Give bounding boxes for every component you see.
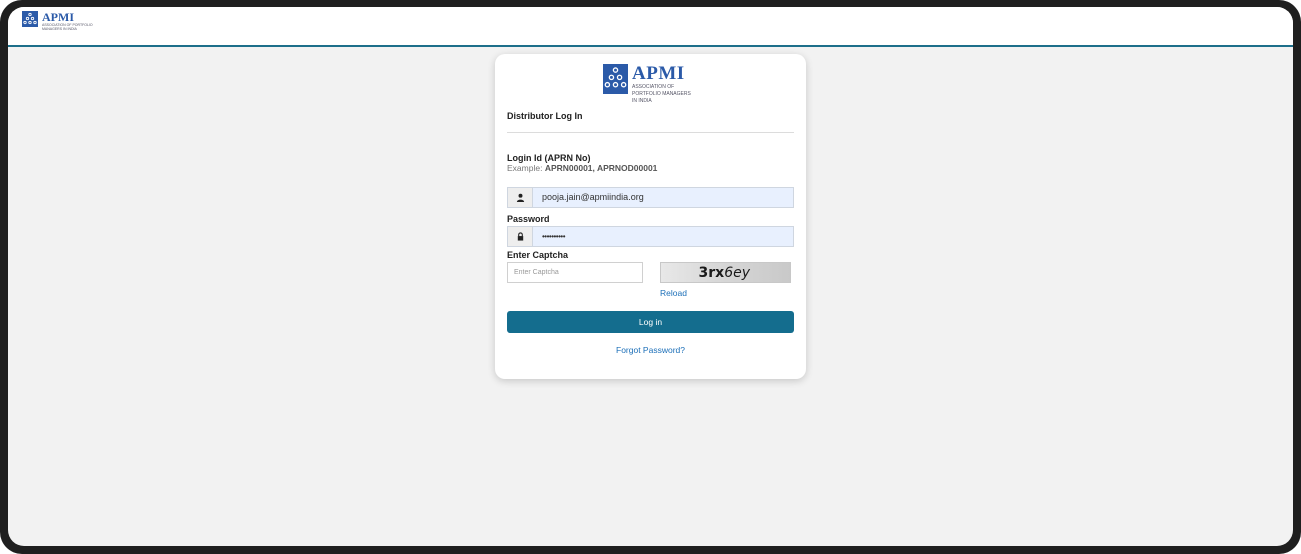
divider	[507, 132, 794, 133]
card-logo-line2: PORTFOLIO MANAGERS	[632, 91, 691, 97]
password-label: Password	[507, 214, 550, 224]
card-logo-title: APMI	[632, 63, 685, 84]
lock-icon	[508, 227, 533, 246]
captcha-text-bold: 3rx	[698, 265, 725, 281]
login-button[interactable]: Log in	[507, 311, 794, 333]
card-logo-text: APMI ASSOCIATION OF PORTFOLIO MANAGERS I…	[632, 64, 691, 104]
apmi-logo-icon	[22, 11, 38, 27]
header-logo-text: APMI ASSOCIATION OF PORTFOLIO MANAGERS I…	[42, 11, 102, 31]
login-id-example: Example: APRN00001, APRNOD00001	[507, 163, 657, 173]
login-card: APMI ASSOCIATION OF PORTFOLIO MANAGERS I…	[495, 54, 806, 379]
header-logo-title: APMI	[42, 10, 74, 24]
login-id-input[interactable]: pooja.jain@apmiindia.org	[533, 188, 644, 207]
forgot-password-link[interactable]: Forgot Password?	[495, 345, 806, 355]
example-value: APRN00001, APRNOD00001	[544, 163, 658, 173]
device-frame: APMI ASSOCIATION OF PORTFOLIO MANAGERS I…	[0, 0, 1301, 554]
login-id-label: Login Id (APRN No)	[507, 153, 591, 163]
header-logo[interactable]: APMI ASSOCIATION OF PORTFOLIO MANAGERS I…	[22, 11, 102, 31]
apmi-logo-icon	[603, 64, 628, 94]
top-bar: APMI ASSOCIATION OF PORTFOLIO MANAGERS I…	[8, 7, 1293, 47]
card-logo: APMI ASSOCIATION OF PORTFOLIO MANAGERS I…	[603, 64, 691, 104]
header-logo-subtitle: ASSOCIATION OF PORTFOLIO MANAGERS IN IND…	[42, 23, 93, 31]
reload-captcha-link[interactable]: Reload	[660, 288, 687, 298]
login-id-field[interactable]: pooja.jain@apmiindia.org	[507, 187, 794, 208]
user-icon	[508, 188, 533, 207]
captcha-label: Enter Captcha	[507, 250, 569, 260]
password-input[interactable]: ••••••••••	[533, 227, 566, 246]
captcha-text-italic: 6ey	[724, 265, 750, 281]
captcha-image: 3rx6ey	[660, 262, 791, 283]
example-prefix: Example:	[507, 163, 543, 173]
card-logo-line1: ASSOCIATION OF	[632, 84, 675, 90]
password-field[interactable]: ••••••••••	[507, 226, 794, 247]
page-viewport: APMI ASSOCIATION OF PORTFOLIO MANAGERS I…	[8, 7, 1293, 546]
card-logo-line3: IN INDIA	[632, 98, 652, 104]
login-heading: Distributor Log In	[507, 111, 583, 121]
captcha-input[interactable]: Enter Captcha	[507, 262, 643, 283]
